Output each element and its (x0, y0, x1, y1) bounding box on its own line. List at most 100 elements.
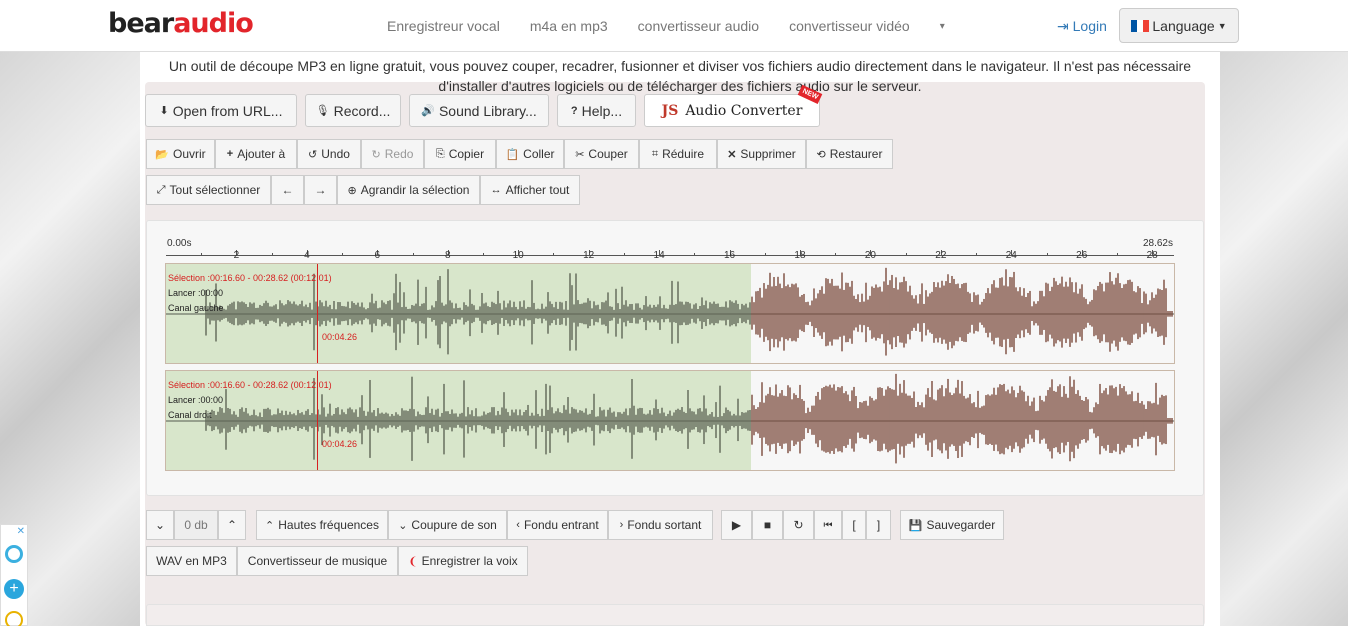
ad-logo-icon (5, 545, 23, 563)
ruler-tick (482, 253, 484, 256)
paste-button[interactable]: 📋 Coller (496, 139, 564, 169)
ruler-line (166, 255, 1174, 256)
ruler-tick (694, 253, 696, 256)
ruler-tick-label: 8 (444, 250, 451, 261)
save-button[interactable]: 💾 Sauvegarder (900, 510, 1004, 540)
timeline-ruler[interactable]: 0.00s 28.62s 2 4 6 8 10 12 14 16 18 20 22 24 26 28 (166, 236, 1174, 261)
skip-to-start-button[interactable]: ⏮ (814, 510, 842, 540)
cut-button[interactable]: ✂ Couper (564, 139, 639, 169)
ruler-tick (271, 253, 273, 256)
track-left-channel[interactable]: 00:04.26 Sélection :00:16.60 - 00:28.62 … (165, 263, 1175, 364)
copy-button[interactable]: ⎘ Copier (424, 139, 496, 169)
ruler-tick (342, 253, 344, 256)
ruler-tick (835, 253, 837, 256)
help-button[interactable]: ? Help... (557, 94, 636, 127)
ruler-tick (905, 253, 907, 256)
channel-name: Canal gauche (168, 303, 224, 313)
append-button[interactable]: + Ajouter à (215, 139, 297, 169)
open-from-url-label: Open from URL... (172, 102, 283, 119)
close-icon[interactable]: ✕ (17, 526, 25, 537)
show-all-label: Afficher tout (505, 183, 570, 197)
ad-sidebar[interactable]: ✕ + (0, 524, 28, 626)
mark-out-button[interactable]: ] (866, 510, 891, 540)
redo-button[interactable]: ↻ Redo (361, 139, 424, 169)
sound-library-button[interactable]: 🔊 Sound Library... (409, 94, 549, 127)
ruler-tick (201, 253, 203, 256)
scissors-icon: ✂ (575, 148, 585, 161)
top-navbar: bearaudio Enregistreur vocal m4a en mp3 … (0, 0, 1348, 52)
volume-up-button[interactable]: ⌃ (218, 510, 246, 540)
login-link[interactable]: ⇥ Login (1057, 18, 1107, 35)
record-button[interactable]: 🎙 Record... (305, 94, 401, 127)
wav-to-mp3-button[interactable]: WAV en MP3 (146, 546, 237, 576)
mark-in-button[interactable]: [ (842, 510, 866, 540)
cursor-time-label: 00:04.26 (322, 439, 358, 449)
ruler-tick (412, 253, 414, 256)
ruler-tick-label: 16 (723, 250, 736, 261)
ruler-tick-label: 24 (1005, 250, 1017, 261)
ruler-tick (764, 253, 766, 256)
js-label: JS (661, 102, 679, 119)
nav-link-voice-recorder[interactable]: Enregistreur vocal (372, 18, 515, 34)
move-left-button[interactable]: ← (271, 175, 304, 205)
play-button[interactable]: ▶ (721, 510, 752, 540)
voice-recorder-button[interactable]: ❨ Enregistrer la voix (398, 546, 528, 576)
open-file-button[interactable]: 📂 Ouvrir (146, 139, 215, 169)
mark-in-label: [ (852, 518, 856, 532)
fade-in-button[interactable]: ‹ Fondu entrant (507, 510, 608, 540)
nav-link-video-converter[interactable]: convertisseur vidéo (774, 18, 925, 34)
open-from-url-button[interactable]: ⬇ Open from URL... (145, 94, 297, 127)
login-label: Login (1072, 18, 1107, 34)
french-flag-icon (1131, 19, 1150, 32)
floppy-disk-icon: 💾 (908, 519, 923, 532)
show-all-button[interactable]: ↔ Afficher tout (480, 175, 580, 205)
nav-link-m4a-mp3[interactable]: m4a en mp3 (515, 18, 623, 34)
selection-info: Sélection :00:16.60 - 00:28.62 (00:12.01… (168, 380, 332, 390)
volume-down-button[interactable]: ⌄ (146, 510, 174, 540)
track-right-channel[interactable]: 00:04.26 Sélection :00:16.60 - 00:28.62 … (165, 370, 1175, 471)
play-position: Lancer :00:00 (168, 395, 224, 405)
delete-button[interactable]: ✕ Supprimer (717, 139, 806, 169)
loop-button[interactable]: ↻ (783, 510, 814, 540)
plus-circle-icon[interactable]: + (4, 579, 24, 599)
mark-out-label: ] (876, 518, 881, 532)
nav-more-dropdown[interactable]: ▾ (925, 21, 960, 32)
stop-icon: ■ (763, 518, 772, 532)
js-audio-converter-button[interactable]: JS Audio Converter NEW (644, 84, 823, 127)
select-all-label: Tout sélectionner (169, 183, 261, 197)
fade-out-button[interactable]: › Fondu sortant (608, 510, 713, 540)
ruler-start-label: 0.00s (167, 238, 192, 249)
track-info: Sélection :00:16.60 - 00:28.62 (00:12.01… (168, 271, 332, 316)
ad-badge-icon (5, 611, 23, 626)
zoom-selection-button[interactable]: ⊕ Agrandir la sélection (337, 175, 480, 205)
crop-button[interactable]: ⌗ Réduire (639, 139, 717, 169)
ruler-tick-label: 18 (794, 250, 806, 261)
expand-icon: ⤢ (156, 183, 166, 196)
channel-name: Canal droit (168, 410, 212, 420)
ruler-tick (976, 253, 978, 256)
volume-value-label: 0 db (184, 518, 208, 532)
speaker-icon: 🔊 (421, 105, 435, 117)
move-right-button[interactable]: → (304, 175, 337, 205)
nav-link-audio-converter[interactable]: convertisseur audio (623, 18, 774, 34)
chevron-left-icon: ‹ (516, 519, 520, 531)
arrows-horizontal-icon: ↔ (490, 184, 502, 196)
language-dropdown[interactable]: Language ▼ (1119, 8, 1239, 43)
restore-button[interactable]: ⟲ Restaurer (806, 139, 893, 169)
step-backward-icon: ⏮ (823, 519, 833, 531)
right-background (1220, 52, 1348, 626)
selection-info: Sélection :00:16.60 - 00:28.62 (00:12.01… (168, 273, 332, 283)
select-all-button[interactable]: ⤢ Tout sélectionner (146, 175, 271, 205)
append-label: Ajouter à (237, 147, 286, 161)
high-frequency-button[interactable]: ⌃ Hautes fréquences (256, 510, 388, 540)
microphone-icon: 🎙 (315, 105, 330, 117)
ruler-tick-label: 14 (653, 250, 665, 261)
music-converter-button[interactable]: Convertisseur de musique (237, 546, 398, 576)
stop-button[interactable]: ■ (752, 510, 783, 540)
bearaudio-logo[interactable]: bearaudio (108, 8, 254, 39)
refresh-icon: ↻ (793, 518, 804, 532)
undo-button[interactable]: ↺ Undo (297, 139, 361, 169)
chevron-right-icon: › (619, 519, 624, 531)
double-chevron-up-icon: ⌃ (265, 519, 275, 532)
bass-cut-button[interactable]: ⌄ Coupure de son (388, 510, 507, 540)
